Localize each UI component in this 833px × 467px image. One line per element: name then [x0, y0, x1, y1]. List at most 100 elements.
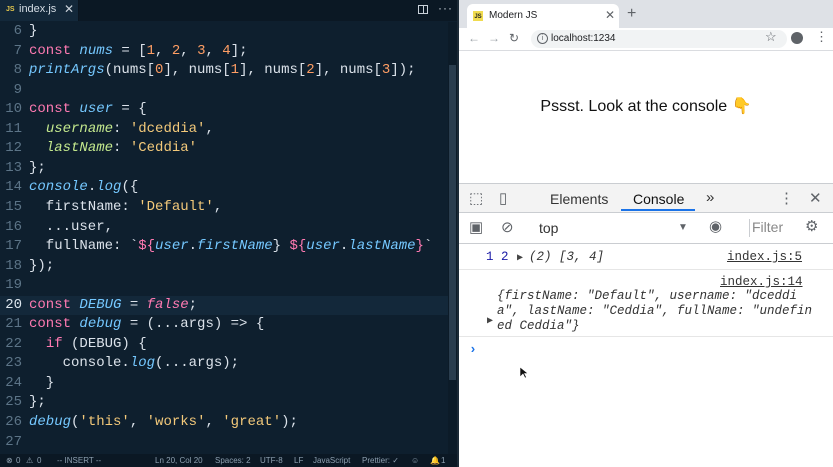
clear-console-icon[interactable]: ⊘ [501, 218, 514, 236]
bell-icon[interactable]: 🔔 [430, 456, 440, 465]
log-object[interactable]: {firstName: "Default", username: "dceddi… [497, 289, 819, 334]
code-text[interactable]: const debug = (...args) => { [29, 315, 264, 335]
code-line[interactable]: 11 username: 'dceddia', [0, 120, 448, 140]
code-text[interactable]: ...user, [29, 218, 113, 238]
source-link[interactable]: index.js:5 [727, 250, 802, 264]
context-selector[interactable]: top [539, 220, 558, 236]
bookmark-star-icon[interactable]: ☆ [765, 29, 777, 45]
feedback-icon[interactable]: ☺ [411, 456, 419, 465]
code-line[interactable]: 21 const debug = (...args) => { [0, 315, 448, 335]
notification-count[interactable]: 1 [441, 456, 445, 465]
browser-tab-strip: JS Modern JS ✕ + [459, 0, 833, 28]
close-icon[interactable]: ✕ [605, 8, 615, 22]
code-text[interactable]: firstName: 'Default', [29, 198, 222, 218]
code-line[interactable]: 20 const DEBUG = false; [0, 295, 448, 316]
code-line[interactable]: 14 console.log({ [0, 178, 448, 198]
code-text[interactable]: console.log({ [29, 178, 138, 198]
language-mode[interactable]: JavaScript [313, 456, 350, 465]
console-prompt-icon[interactable]: › [469, 342, 477, 357]
code-line[interactable]: 9 [0, 81, 448, 101]
show-sidebar-icon[interactable]: ▣ [469, 218, 483, 236]
close-devtools-icon[interactable]: ✕ [809, 189, 822, 207]
line-number: 26 [5, 414, 22, 430]
line-number: 8 [13, 62, 22, 79]
code-text[interactable]: } [29, 374, 54, 394]
log-array[interactable]: (2) [3, 4] [529, 250, 604, 264]
code-text[interactable]: if (DEBUG) { [29, 335, 147, 355]
profile-avatar-icon[interactable] [791, 32, 803, 44]
editor-tab-index-js[interactable]: JS index.js ✕ [0, 0, 79, 21]
prettier-status[interactable]: Prettier: ✓ [362, 456, 399, 465]
code-line[interactable]: 12 lastName: 'Ceddia' [0, 139, 448, 159]
more-actions-icon[interactable]: ··· [438, 1, 453, 15]
console-filter-input[interactable]: Filter [749, 219, 792, 237]
devtools-menu-icon[interactable]: ⋮ [779, 189, 794, 207]
expand-triangle-icon[interactable]: ▶ [487, 315, 493, 327]
code-text[interactable]: } [29, 22, 37, 42]
code-line[interactable]: 22 if (DEBUG) { [0, 335, 448, 355]
back-icon[interactable]: ← [468, 31, 480, 45]
code-line[interactable]: 15 firstName: 'Default', [0, 198, 448, 218]
code-line[interactable]: 18}); [0, 257, 448, 277]
code-line[interactable]: 27 [0, 433, 448, 453]
editor-scrollbar-thumb[interactable] [449, 65, 456, 380]
code-text[interactable]: }); [29, 257, 54, 277]
console-settings-gear-icon[interactable]: ⚙ [805, 217, 818, 235]
device-toolbar-icon[interactable]: ▯ [499, 189, 507, 207]
cursor-position[interactable]: Ln 20, Col 20 [155, 456, 203, 465]
code-text[interactable]: }; [29, 159, 46, 179]
code-text[interactable]: username: 'dceddia', [29, 120, 214, 140]
code-line[interactable]: 6} [0, 22, 448, 42]
code-line[interactable]: 16 ...user, [0, 218, 448, 238]
info-icon[interactable]: i [537, 33, 548, 44]
code-line[interactable]: 13}; [0, 159, 448, 179]
code-line[interactable]: 25}; [0, 393, 448, 413]
new-tab-icon[interactable]: + [627, 5, 636, 23]
code-line[interactable]: 24 } [0, 374, 448, 394]
code-line[interactable]: 17 fullName: `${user.firstName} ${user.l… [0, 237, 448, 257]
code-text[interactable]: console.log(...args); [29, 354, 239, 374]
warning-count[interactable]: 0 [37, 456, 41, 465]
browser-tab[interactable]: JS Modern JS ✕ [467, 4, 619, 28]
url-text[interactable]: localhost:1234 [551, 33, 616, 44]
code-text[interactable]: printArgs(nums[0], nums[1], nums[2], num… [29, 61, 416, 81]
code-text[interactable]: fullName: `${user.firstName} ${user.last… [29, 237, 433, 257]
code-line[interactable]: 10 const user = { [0, 100, 448, 120]
code-line[interactable]: 19 [0, 276, 448, 296]
error-count[interactable]: 0 [16, 456, 20, 465]
close-icon[interactable]: ✕ [64, 2, 74, 16]
reload-icon[interactable]: ↻ [509, 31, 519, 45]
line-number: 16 [5, 218, 22, 235]
chevron-down-icon[interactable]: ▼ [678, 222, 688, 233]
code-text[interactable]: const user = { [29, 100, 147, 120]
code-text[interactable]: debug('this', 'works', 'great'); [29, 413, 298, 433]
line-ending[interactable]: LF [294, 456, 303, 465]
code-line[interactable]: 8 printArgs(nums[0], nums[1], nums[2], nu… [0, 61, 448, 81]
inspect-element-icon[interactable]: ⬚ [469, 189, 483, 207]
code-text[interactable]: }; [29, 393, 46, 413]
split-editor-icon[interactable] [418, 5, 428, 14]
eye-icon[interactable]: ◉ [709, 217, 722, 235]
line-number: 20 [5, 296, 22, 313]
code-editor: JS index.js ✕ ··· 6} 7 const nums = [1, 2,… [0, 0, 457, 467]
indentation[interactable]: Spaces: 2 [215, 456, 251, 465]
warning-icon[interactable]: ⚠ [26, 456, 33, 465]
more-tabs-icon[interactable]: » [706, 189, 714, 206]
tab-console[interactable]: Console [633, 191, 684, 207]
expand-triangle-icon[interactable]: ▶ [517, 252, 523, 264]
favicon-icon: JS [473, 11, 483, 21]
line-number: 23 [5, 355, 22, 372]
code-line[interactable]: 26 debug('this', 'works', 'great'); [0, 413, 448, 433]
code-text[interactable]: const nums = [1, 2, 3, 4]; [29, 42, 248, 62]
encoding[interactable]: UTF-8 [260, 456, 283, 465]
address-bar[interactable]: i localhost:1234 [531, 30, 787, 48]
forward-icon[interactable]: → [488, 31, 500, 45]
source-link[interactable]: index.js:14 [720, 275, 803, 289]
code-line[interactable]: 23 console.log(...args); [0, 354, 448, 374]
errors-icon[interactable]: ⊗ [6, 456, 13, 465]
code-text[interactable]: lastName: 'Ceddia' [29, 139, 197, 159]
tab-elements[interactable]: Elements [550, 191, 608, 207]
browser-menu-icon[interactable]: ⋮ [815, 29, 828, 45]
code-text[interactable]: const DEBUG = false; [29, 296, 197, 316]
code-line[interactable]: 7 const nums = [1, 2, 3, 4]; [0, 42, 448, 62]
